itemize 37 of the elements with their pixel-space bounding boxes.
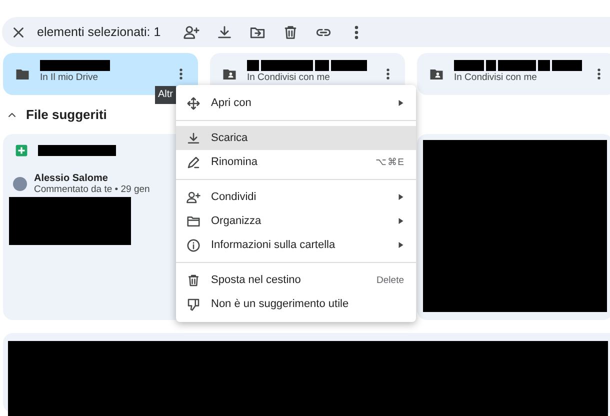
redacted-block [261,60,313,71]
redacted-block [40,60,110,71]
folder-card[interactable]: In Condivisi con me [417,53,610,95]
shortcut: ⌥⌘E [376,156,404,168]
comment-meta: Commentato da te • 29 gen [34,184,150,195]
folder-location: In Condivisi con me [247,72,331,83]
redacted-block [315,60,329,71]
folder-icon [186,214,201,228]
redacted-block [498,60,536,71]
download-icon [186,130,201,146]
folder-icon [15,66,30,82]
info-icon [186,238,201,252]
thumb-down-icon [186,296,201,312]
tooltip: Altr [155,86,176,104]
move-arrows-icon [186,96,201,110]
redacted-block [552,60,582,71]
spreadsheet-icon [15,144,28,157]
redacted-block [486,60,496,71]
redacted-block [454,60,484,71]
selection-count: elementi selezionati: 1 [37,25,161,39]
person-add-icon [186,190,201,204]
trash-icon [186,272,201,288]
redacted-block [331,60,367,71]
folder-location: In Condivisi con me [454,72,538,83]
redacted-block [247,60,259,71]
avatar [13,177,27,191]
folder-location: In Il mio Drive [40,72,100,83]
redacted-block [538,60,550,71]
menu-item[interactable]: Scarica [176,126,416,150]
section-title: File suggeriti [26,107,107,122]
shared-folder-icon [222,66,237,82]
author-name: Alessio Salome [34,173,109,184]
shared-folder-icon [429,66,444,82]
person-add-icon[interactable] [182,24,200,40]
pencil-icon [186,154,201,170]
download-icon[interactable] [216,24,233,40]
shortcut: Delete [376,274,404,286]
